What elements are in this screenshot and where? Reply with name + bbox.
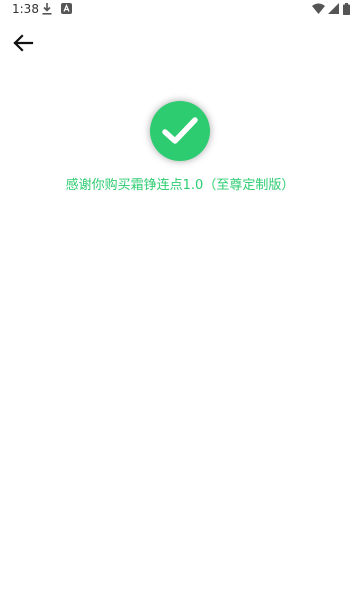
status-bar: 1:38 bbox=[0, 0, 360, 20]
battery-icon bbox=[343, 3, 350, 15]
download-icon bbox=[42, 3, 52, 15]
purchase-success-message: 感谢你购买霜铮连点1.0（至尊定制版） bbox=[65, 178, 295, 193]
status-time: 1:38 bbox=[12, 2, 39, 16]
check-circle-icon bbox=[150, 101, 210, 161]
signal-icon bbox=[328, 3, 339, 14]
arrow-left-icon bbox=[13, 34, 34, 52]
checkmark-icon bbox=[162, 117, 198, 144]
back-button[interactable] bbox=[10, 30, 36, 56]
wifi-icon bbox=[312, 3, 325, 14]
app-notification-icon bbox=[61, 3, 72, 14]
